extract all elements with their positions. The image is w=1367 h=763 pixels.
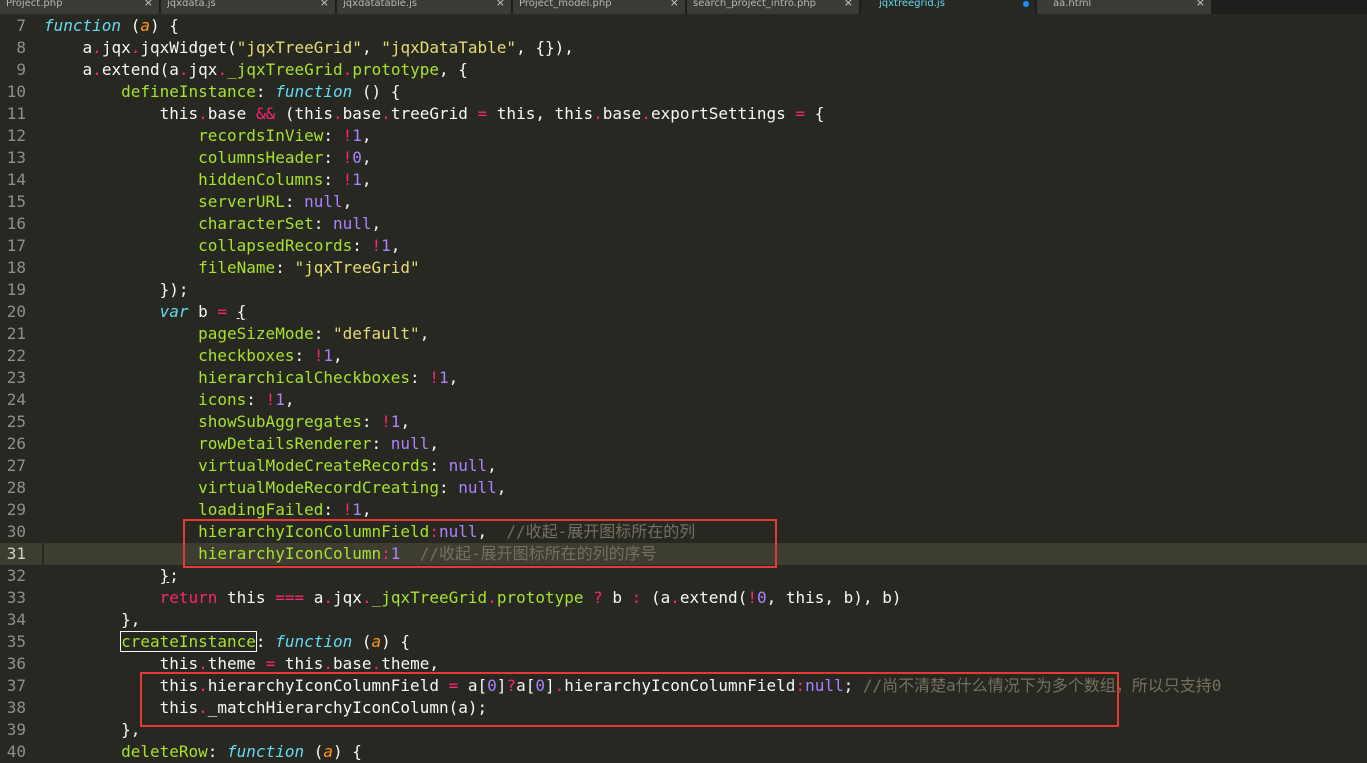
- line-number-gutter: 7 8 9 10 11 12 13 14 15 16 17 18 19 20 2…: [0, 15, 44, 761]
- code-line: },: [121, 610, 141, 629]
- tab-label: aa.html: [1053, 0, 1092, 9]
- code-line: collapsedRecords: !1,: [198, 236, 401, 255]
- close-icon[interactable]: ×: [1196, 0, 1205, 8]
- close-icon[interactable]: ×: [670, 0, 679, 8]
- line-number-current: 31: [0, 543, 42, 565]
- line-number: 33: [6, 588, 26, 607]
- close-icon[interactable]: ×: [144, 0, 153, 8]
- code-line: });: [159, 280, 189, 299]
- code-line: this.theme = this.base.theme,: [159, 654, 440, 673]
- line-number: 34: [6, 610, 26, 629]
- code-line: function (a) {: [44, 16, 179, 35]
- tab-label: jqxdata.js: [167, 0, 216, 9]
- code-line: hierarchicalCheckboxes: !1,: [198, 368, 459, 387]
- line-number: 36: [6, 654, 26, 673]
- line-number: 29: [6, 500, 26, 519]
- code-line: return this === a.jqx._jqxTreeGrid.proto…: [159, 588, 902, 607]
- line-number: 14: [6, 170, 26, 189]
- close-icon[interactable]: ×: [496, 0, 505, 8]
- code-line: checkboxes: !1,: [198, 346, 343, 365]
- unsaved-dot-icon: [1023, 1, 1029, 7]
- line-number: 20: [6, 302, 26, 321]
- line-number: 28: [6, 478, 26, 497]
- code-line: },: [121, 720, 141, 739]
- code-line: var b = {: [159, 302, 247, 321]
- tab-bar: Project.php × jqxdata.js × jqxdatatable.js…: [0, 0, 1367, 14]
- line-number: 18: [6, 258, 26, 277]
- tab-aa-html[interactable]: aa.html ×: [1037, 0, 1212, 14]
- tab-label: Project.php: [6, 0, 63, 9]
- code-line: hiddenColumns: !1,: [198, 170, 372, 189]
- code-line: deleteRow: function (a) {: [121, 742, 362, 761]
- line-number: 12: [6, 126, 26, 145]
- close-icon[interactable]: ×: [844, 0, 853, 8]
- code-line: icons: !1,: [198, 390, 295, 409]
- code-line-current: hierarchyIconColumn:1 //收起-展开图标所在的列的序号: [44, 543, 1367, 565]
- code-line: serverURL: null,: [198, 192, 353, 211]
- line-number: 17: [6, 236, 26, 255]
- code-line: defineInstance: function () {: [121, 82, 401, 101]
- line-number: 22: [6, 346, 26, 365]
- line-number: 19: [6, 280, 26, 299]
- code-editor[interactable]: 7 8 9 10 11 12 13 14 15 16 17 18 19 20 2…: [0, 15, 1367, 761]
- line-number: 25: [6, 412, 26, 431]
- line-number: 8: [16, 38, 26, 57]
- tab-label: jqxdatatable.js: [343, 0, 418, 9]
- code-line: pageSizeMode: "default",: [198, 324, 430, 343]
- code-line: columnsHeader: !0,: [198, 148, 372, 167]
- tab-jqxtreegrid-js[interactable]: jqxtreegrid.js: [861, 0, 1036, 14]
- code-line: characterSet: null,: [198, 214, 382, 233]
- line-number: 16: [6, 214, 26, 233]
- tab-label: Project_model.php: [519, 0, 612, 9]
- code-line: createInstance: function (a) {: [120, 631, 411, 652]
- code-line: recordsInView: !1,: [198, 126, 372, 145]
- code-line: };: [159, 566, 179, 585]
- code-line: virtualModeRecordCreating: null,: [198, 478, 507, 497]
- code-line: this.hierarchyIconColumnField = a[0]?a[0…: [159, 676, 1222, 695]
- line-number: 13: [6, 148, 26, 167]
- code-line: loadingFailed: !1,: [198, 500, 372, 519]
- tab-project-php[interactable]: Project.php ×: [0, 0, 160, 14]
- code-line: this.base && (this.base.treeGrid = this,…: [159, 104, 825, 123]
- code-line: hierarchyIconColumnField:null, //收起-展开图标…: [198, 522, 696, 541]
- line-number: 26: [6, 434, 26, 453]
- line-number: 15: [6, 192, 26, 211]
- tab-search-project-intro-php[interactable]: search_project_intro.php ×: [687, 0, 860, 14]
- line-number: 9: [16, 60, 26, 79]
- tab-label: jqxtreegrid.js: [879, 0, 945, 9]
- line-number: 30: [6, 522, 26, 541]
- line-number: 32: [6, 566, 26, 585]
- code-line: a.jqx.jqxWidget("jqxTreeGrid", "jqxDataT…: [82, 38, 574, 57]
- code-line: virtualModeCreateRecords: null,: [198, 456, 497, 475]
- line-number: 27: [6, 456, 26, 475]
- code-line: showSubAggregates: !1,: [198, 412, 411, 431]
- line-number: 35: [6, 632, 26, 651]
- line-number: 38: [6, 698, 26, 717]
- tab-project-model-php[interactable]: Project_model.php ×: [513, 0, 686, 14]
- code-line: this._matchHierarchyIconColumn(a);: [159, 698, 488, 717]
- code-line: rowDetailsRenderer: null,: [198, 434, 439, 453]
- code-line: a.extend(a.jqx._jqxTreeGrid.prototype, {: [82, 60, 468, 79]
- tab-label: search_project_intro.php: [693, 0, 817, 9]
- line-number: 11: [6, 104, 26, 123]
- code-area[interactable]: function (a) { a.jqx.jqxWidget("jqxTreeG…: [44, 15, 1367, 761]
- line-number: 24: [6, 390, 26, 409]
- line-number: 39: [6, 720, 26, 739]
- line-number: 40: [6, 742, 26, 761]
- line-number: 21: [6, 324, 26, 343]
- close-icon[interactable]: ×: [320, 0, 329, 8]
- tab-jqxdatatable-js[interactable]: jqxdatatable.js ×: [337, 0, 512, 14]
- line-number: 23: [6, 368, 26, 387]
- line-number: 10: [6, 82, 26, 101]
- line-number: 7: [16, 16, 26, 35]
- tab-jqxdata-js[interactable]: jqxdata.js ×: [161, 0, 336, 14]
- line-number: 37: [6, 676, 26, 695]
- code-line: fileName: "jqxTreeGrid": [198, 258, 420, 277]
